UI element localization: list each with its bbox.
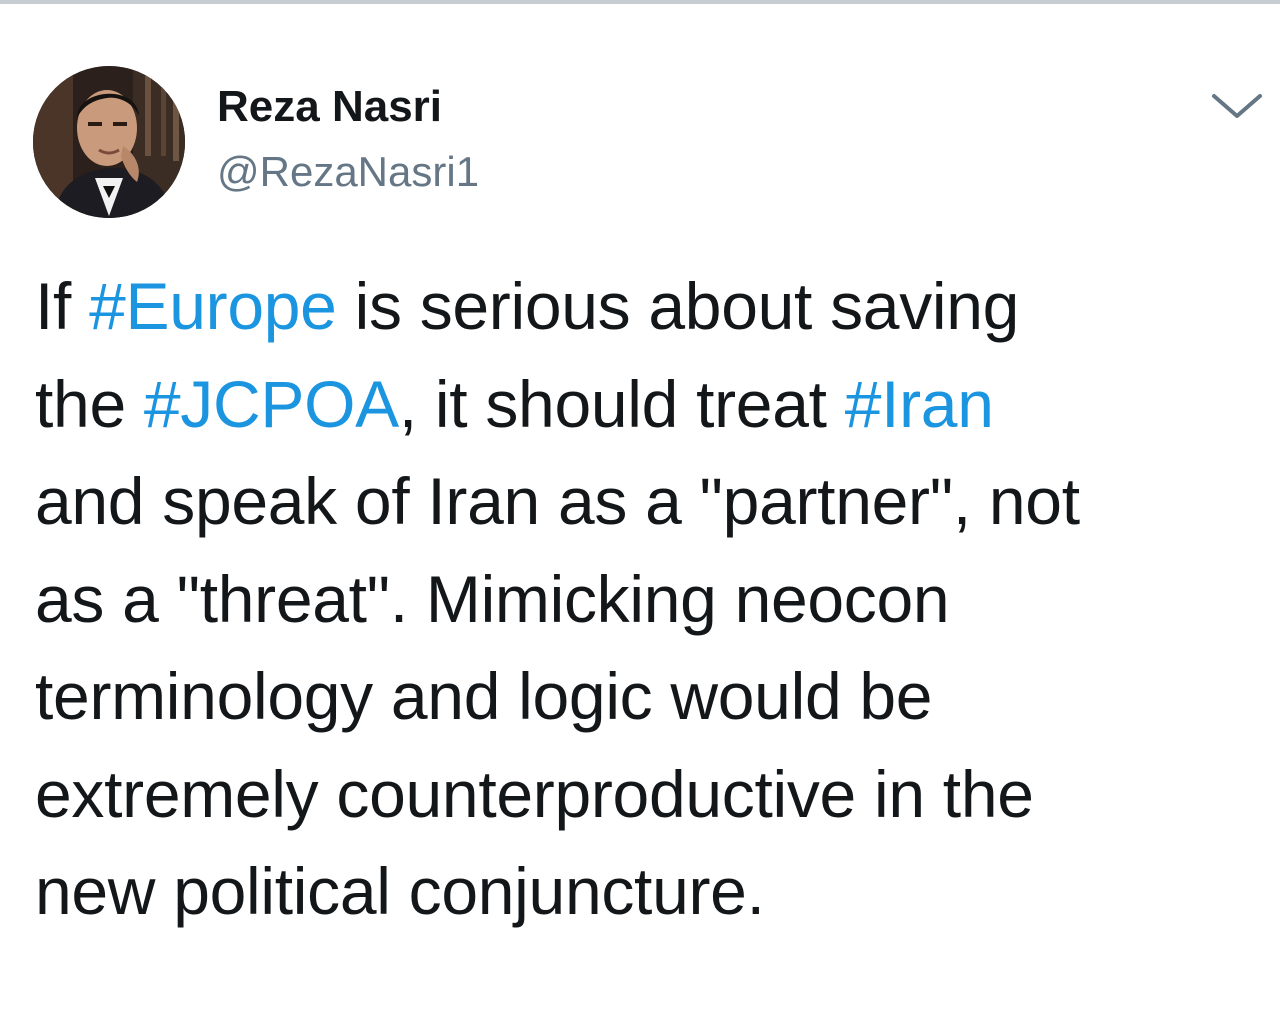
author-handle[interactable]: @RezaNasri1 [217, 146, 479, 198]
text-segment: extremely counterproductive in the [35, 756, 1034, 831]
tweet-line: extremely counterproductive in the [35, 746, 1270, 844]
tweet-line: the #JCPOA, it should treat #Iran [35, 356, 1270, 454]
text-segment: If [35, 269, 90, 343]
tweet-line: If #Europe is serious about saving [35, 258, 1270, 356]
top-divider [0, 0, 1280, 4]
tweet-line: and speak of Iran as a "partner", not [35, 453, 1270, 551]
author-display-name[interactable]: Reza Nasri [217, 80, 442, 134]
chevron-down-icon[interactable] [1208, 86, 1266, 126]
text-segment: terminology and logic would be [35, 659, 933, 733]
text-segment: the [35, 366, 144, 441]
hashtag-link[interactable]: #Iran [845, 367, 994, 441]
hashtag-link[interactable]: #JCPOA [144, 367, 399, 441]
tweet-line: terminology and logic would be [35, 648, 1270, 746]
avatar-photo [33, 66, 185, 218]
text-segment: is serious about saving [336, 269, 1020, 343]
text-segment: , it should treat [398, 366, 845, 441]
text-segment: as a "threat". Mimicking neocon [35, 561, 950, 636]
avatar[interactable] [33, 66, 185, 218]
tweet-line: as a "threat". Mimicking neocon [35, 551, 1270, 649]
text-segment: new political conjuncture. [35, 854, 765, 928]
text-segment: and speak of Iran as a "partner", not [35, 464, 1080, 538]
tweet-text: If #Europe is serious about saving the #… [35, 258, 1270, 941]
hashtag-link[interactable]: #Europe [89, 269, 337, 343]
tweet-line: new political conjuncture. [35, 843, 1270, 941]
